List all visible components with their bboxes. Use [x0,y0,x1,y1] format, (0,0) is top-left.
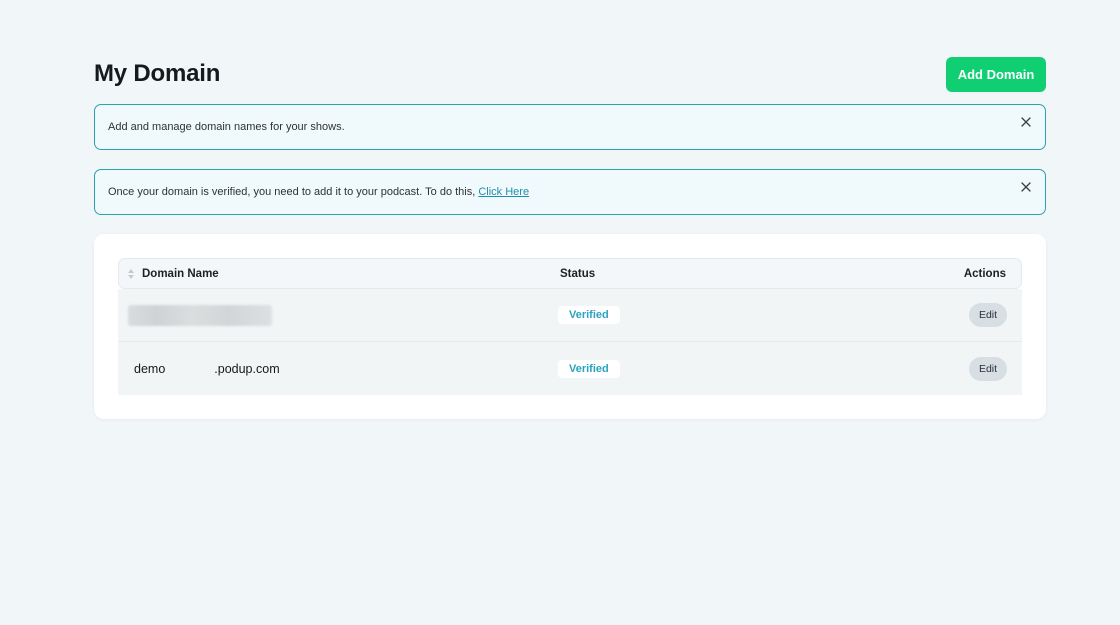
domain-prefix: demo [134,361,166,376]
domains-card: Domain Name Status Actions Verified Edit [94,234,1046,419]
domains-table: Domain Name Status Actions Verified Edit [118,258,1022,395]
page: My Domain Add Domain Add and manage doma… [0,0,1120,625]
info-alert: Add and manage domain names for your sho… [94,104,1046,150]
edit-button[interactable]: Edit [969,303,1007,327]
domain-name-cell: demo .podup.com [134,342,280,395]
status-badge: Verified [558,306,620,324]
sort-icon[interactable] [127,268,135,280]
actions-cell: Edit [969,289,1007,341]
click-here-link[interactable]: Click Here [478,186,529,198]
close-icon[interactable] [1019,180,1033,194]
add-domain-button[interactable]: Add Domain [946,56,1046,92]
redacted-domain [128,304,272,326]
redacted-domain-part [165,360,215,377]
status-cell: Verified [558,289,620,341]
status-cell: Verified [558,342,620,395]
domain-suffix: .podup.com [214,361,280,376]
column-header-actions: Actions [963,267,1006,280]
column-header-domain-name[interactable]: Domain Name [127,259,219,288]
table-row: Verified Edit [118,289,1022,342]
close-icon[interactable] [1019,115,1033,129]
table-header: Domain Name Status Actions [118,258,1022,289]
status-badge: Verified [558,359,620,378]
domain-name-cell [128,289,272,341]
edit-button[interactable]: Edit [969,356,1007,381]
page-header: My Domain Add Domain [94,56,1046,92]
page-title: My Domain [94,60,221,87]
column-label: Domain Name [142,267,219,280]
column-header-status: Status [560,267,596,280]
verification-alert: Once your domain is verified, you need t… [94,169,1046,215]
actions-cell: Edit [969,342,1007,395]
info-alert-text: Add and manage domain names for your sho… [108,121,345,133]
table-row: demo .podup.com Verified Edit [118,342,1022,395]
verification-alert-text: Once your domain is verified, you need t… [108,186,1031,198]
verification-alert-message: Once your domain is verified, you need t… [108,186,479,198]
